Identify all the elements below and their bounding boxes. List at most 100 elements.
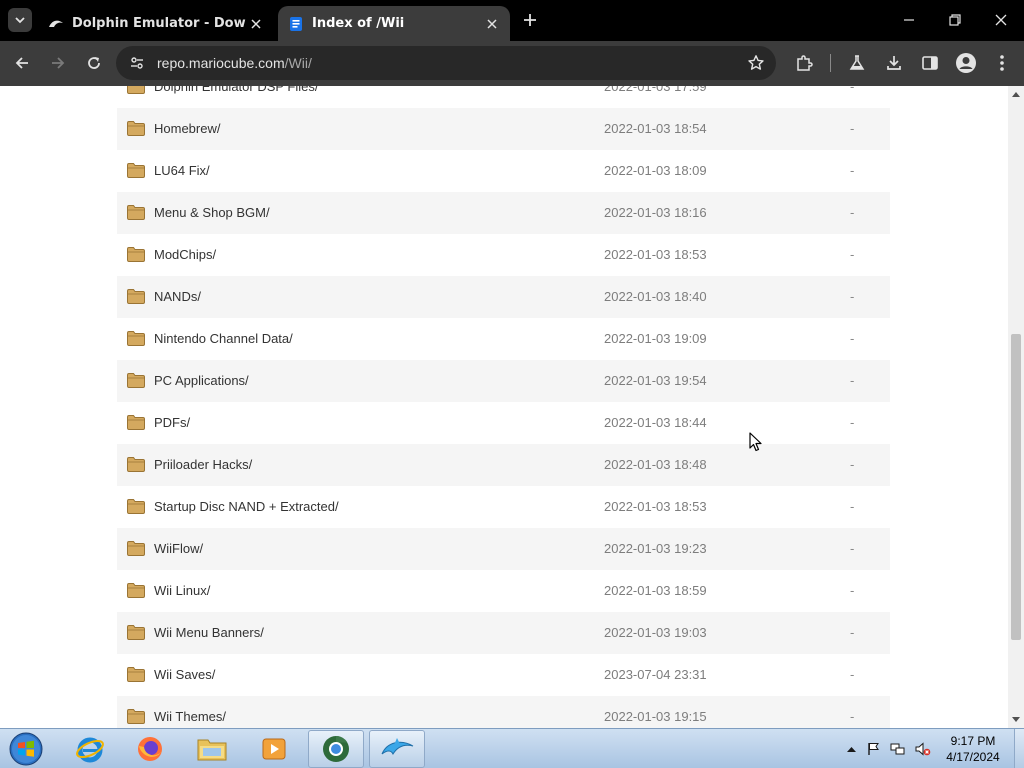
directory-entry[interactable]: Priiloader Hacks/ 2022-01-03 18:48 - <box>117 444 890 486</box>
entry-size: - <box>850 205 855 220</box>
entry-name-link[interactable]: WiiFlow/ <box>154 541 203 556</box>
entry-name-link[interactable]: Startup Disc NAND + Extracted/ <box>154 499 339 514</box>
address-bar[interactable]: repo.mariocube.com/Wii/ <box>116 46 776 80</box>
close-window-button[interactable] <box>987 6 1015 34</box>
directory-entry[interactable]: Menu & Shop BGM/ 2022-01-03 18:16 - <box>117 192 890 234</box>
entry-modified-date: 2023-07-04 23:31 <box>604 667 707 682</box>
tab-search-button[interactable] <box>8 8 32 32</box>
close-tab-icon[interactable] <box>246 14 266 34</box>
tab-index-of-wii[interactable]: Index of /Wii <box>278 6 510 41</box>
scrollbar-thumb[interactable] <box>1011 334 1021 640</box>
directory-entry[interactable]: ModChips/ 2022-01-03 18:53 - <box>117 234 890 276</box>
arrow-right-icon <box>52 57 65 69</box>
directory-entry[interactable]: PDFs/ 2022-01-03 18:44 - <box>117 402 890 444</box>
taskbar-dolphin-emulator[interactable] <box>369 730 425 768</box>
entry-name-link[interactable]: Wii Themes/ <box>154 709 226 724</box>
entry-modified-date: 2022-01-03 17:59 <box>604 86 707 94</box>
folder-icon <box>127 289 145 304</box>
directory-entry[interactable]: Dolphin Emulator DSP Files/ 2022-01-03 1… <box>117 86 890 108</box>
entry-modified-date: 2022-01-03 18:40 <box>604 289 707 304</box>
taskbar-media-player[interactable] <box>246 730 302 768</box>
forward-button[interactable] <box>45 50 71 76</box>
entry-size: - <box>850 373 855 388</box>
new-tab-button[interactable] <box>519 9 541 31</box>
volume-muted-icon[interactable] <box>915 741 931 757</box>
entry-name-link[interactable]: Wii Linux/ <box>154 583 210 598</box>
directory-entry[interactable]: NANDs/ 2022-01-03 18:40 - <box>117 276 890 318</box>
firefox-icon <box>138 737 162 761</box>
restore-button[interactable] <box>941 6 969 34</box>
directory-entry[interactable]: Wii Saves/ 2023-07-04 23:31 - <box>117 654 890 696</box>
scroll-down-arrow-icon[interactable] <box>1008 712 1024 728</box>
network-icon[interactable] <box>890 741 906 757</box>
windows-taskbar: 9:17 PM 4/17/2024 <box>0 728 1024 768</box>
taskbar-windows-explorer[interactable] <box>184 730 240 768</box>
directory-entry[interactable]: Homebrew/ 2022-01-03 18:54 - <box>117 108 890 150</box>
directory-entry[interactable]: Nintendo Channel Data/ 2022-01-03 19:09 … <box>117 318 890 360</box>
entry-modified-date: 2022-01-03 19:15 <box>604 709 707 724</box>
entry-name-link[interactable]: Homebrew/ <box>154 121 220 136</box>
bookmark-star-icon[interactable] <box>746 53 766 73</box>
show-hidden-icons-button[interactable] <box>843 741 859 757</box>
scroll-up-arrow-icon[interactable] <box>1008 86 1024 102</box>
chevron-down-icon <box>15 17 25 24</box>
entry-modified-date: 2022-01-03 18:16 <box>604 205 707 220</box>
entry-name-link[interactable]: Menu & Shop BGM/ <box>154 205 270 220</box>
minimize-button[interactable] <box>895 6 923 34</box>
entry-name-link[interactable]: ModChips/ <box>154 247 216 262</box>
directory-entry[interactable]: PC Applications/ 2022-01-03 19:54 - <box>117 360 890 402</box>
entry-name-link[interactable]: Wii Saves/ <box>154 667 215 682</box>
entry-name-link[interactable]: Nintendo Channel Data/ <box>154 331 293 346</box>
entry-name-link[interactable]: Wii Menu Banners/ <box>154 625 264 640</box>
site-info-icon[interactable] <box>128 54 146 72</box>
start-button[interactable] <box>6 730 46 768</box>
profile-button[interactable] <box>953 50 979 76</box>
directory-entry[interactable]: LU64 Fix/ 2022-01-03 18:09 - <box>117 150 890 192</box>
taskbar-clock[interactable]: 9:17 PM 4/17/2024 <box>945 733 1001 765</box>
restore-icon <box>949 14 961 26</box>
folder-icon <box>127 163 145 178</box>
folder-icon <box>127 709 145 724</box>
menu-button[interactable] <box>989 50 1015 76</box>
folder-icon <box>127 415 145 430</box>
folder-explorer-icon <box>197 739 227 761</box>
media-player-icon <box>262 738 286 760</box>
action-center-flag-icon[interactable] <box>866 741 882 757</box>
extensions-button[interactable] <box>791 50 817 76</box>
show-desktop-button[interactable] <box>1014 729 1024 768</box>
directory-entry[interactable]: Wii Menu Banners/ 2022-01-03 19:03 - <box>117 612 890 654</box>
entry-name-link[interactable]: Dolphin Emulator DSP Files/ <box>154 86 319 94</box>
vertical-scrollbar[interactable] <box>1008 86 1024 728</box>
entry-name-link[interactable]: PDFs/ <box>154 415 190 430</box>
entry-name-link[interactable]: PC Applications/ <box>154 373 249 388</box>
entry-name-link[interactable]: Priiloader Hacks/ <box>154 457 252 472</box>
tab-dolphin-download[interactable]: Dolphin Emulator - Download <box>36 6 274 41</box>
labs-button[interactable] <box>844 50 870 76</box>
entry-name-link[interactable]: NANDs/ <box>154 289 201 304</box>
reload-button[interactable] <box>81 50 107 76</box>
directory-entry[interactable]: WiiFlow/ 2022-01-03 19:23 - <box>117 528 890 570</box>
side-panel-button[interactable] <box>917 50 943 76</box>
directory-entry[interactable]: Wii Themes/ 2022-01-03 19:15 - <box>117 696 890 728</box>
taskbar-firefox[interactable] <box>122 730 178 768</box>
dolphin-favicon-icon <box>48 16 64 32</box>
entry-modified-date: 2022-01-03 18:09 <box>604 163 707 178</box>
downloads-button[interactable] <box>881 50 907 76</box>
close-tab-icon[interactable] <box>482 14 502 34</box>
directory-entry[interactable]: Wii Linux/ 2022-01-03 18:59 - <box>117 570 890 612</box>
back-button[interactable] <box>9 50 35 76</box>
taskbar-chrome[interactable] <box>308 730 364 768</box>
directory-entry[interactable]: Startup Disc NAND + Extracted/ 2022-01-0… <box>117 486 890 528</box>
tab-title: Index of /Wii <box>312 16 405 31</box>
entry-name-link[interactable]: LU64 Fix/ <box>154 163 210 178</box>
folder-icon <box>127 121 145 136</box>
flask-icon <box>849 55 865 70</box>
entry-size: - <box>850 667 855 682</box>
entry-size: - <box>850 499 855 514</box>
folder-icon <box>127 583 145 598</box>
folder-icon <box>127 331 145 346</box>
folder-icon <box>127 541 145 556</box>
taskbar-internet-explorer[interactable] <box>62 730 118 768</box>
dolphin-emulator-icon <box>381 738 414 756</box>
folder-icon <box>127 86 145 94</box>
